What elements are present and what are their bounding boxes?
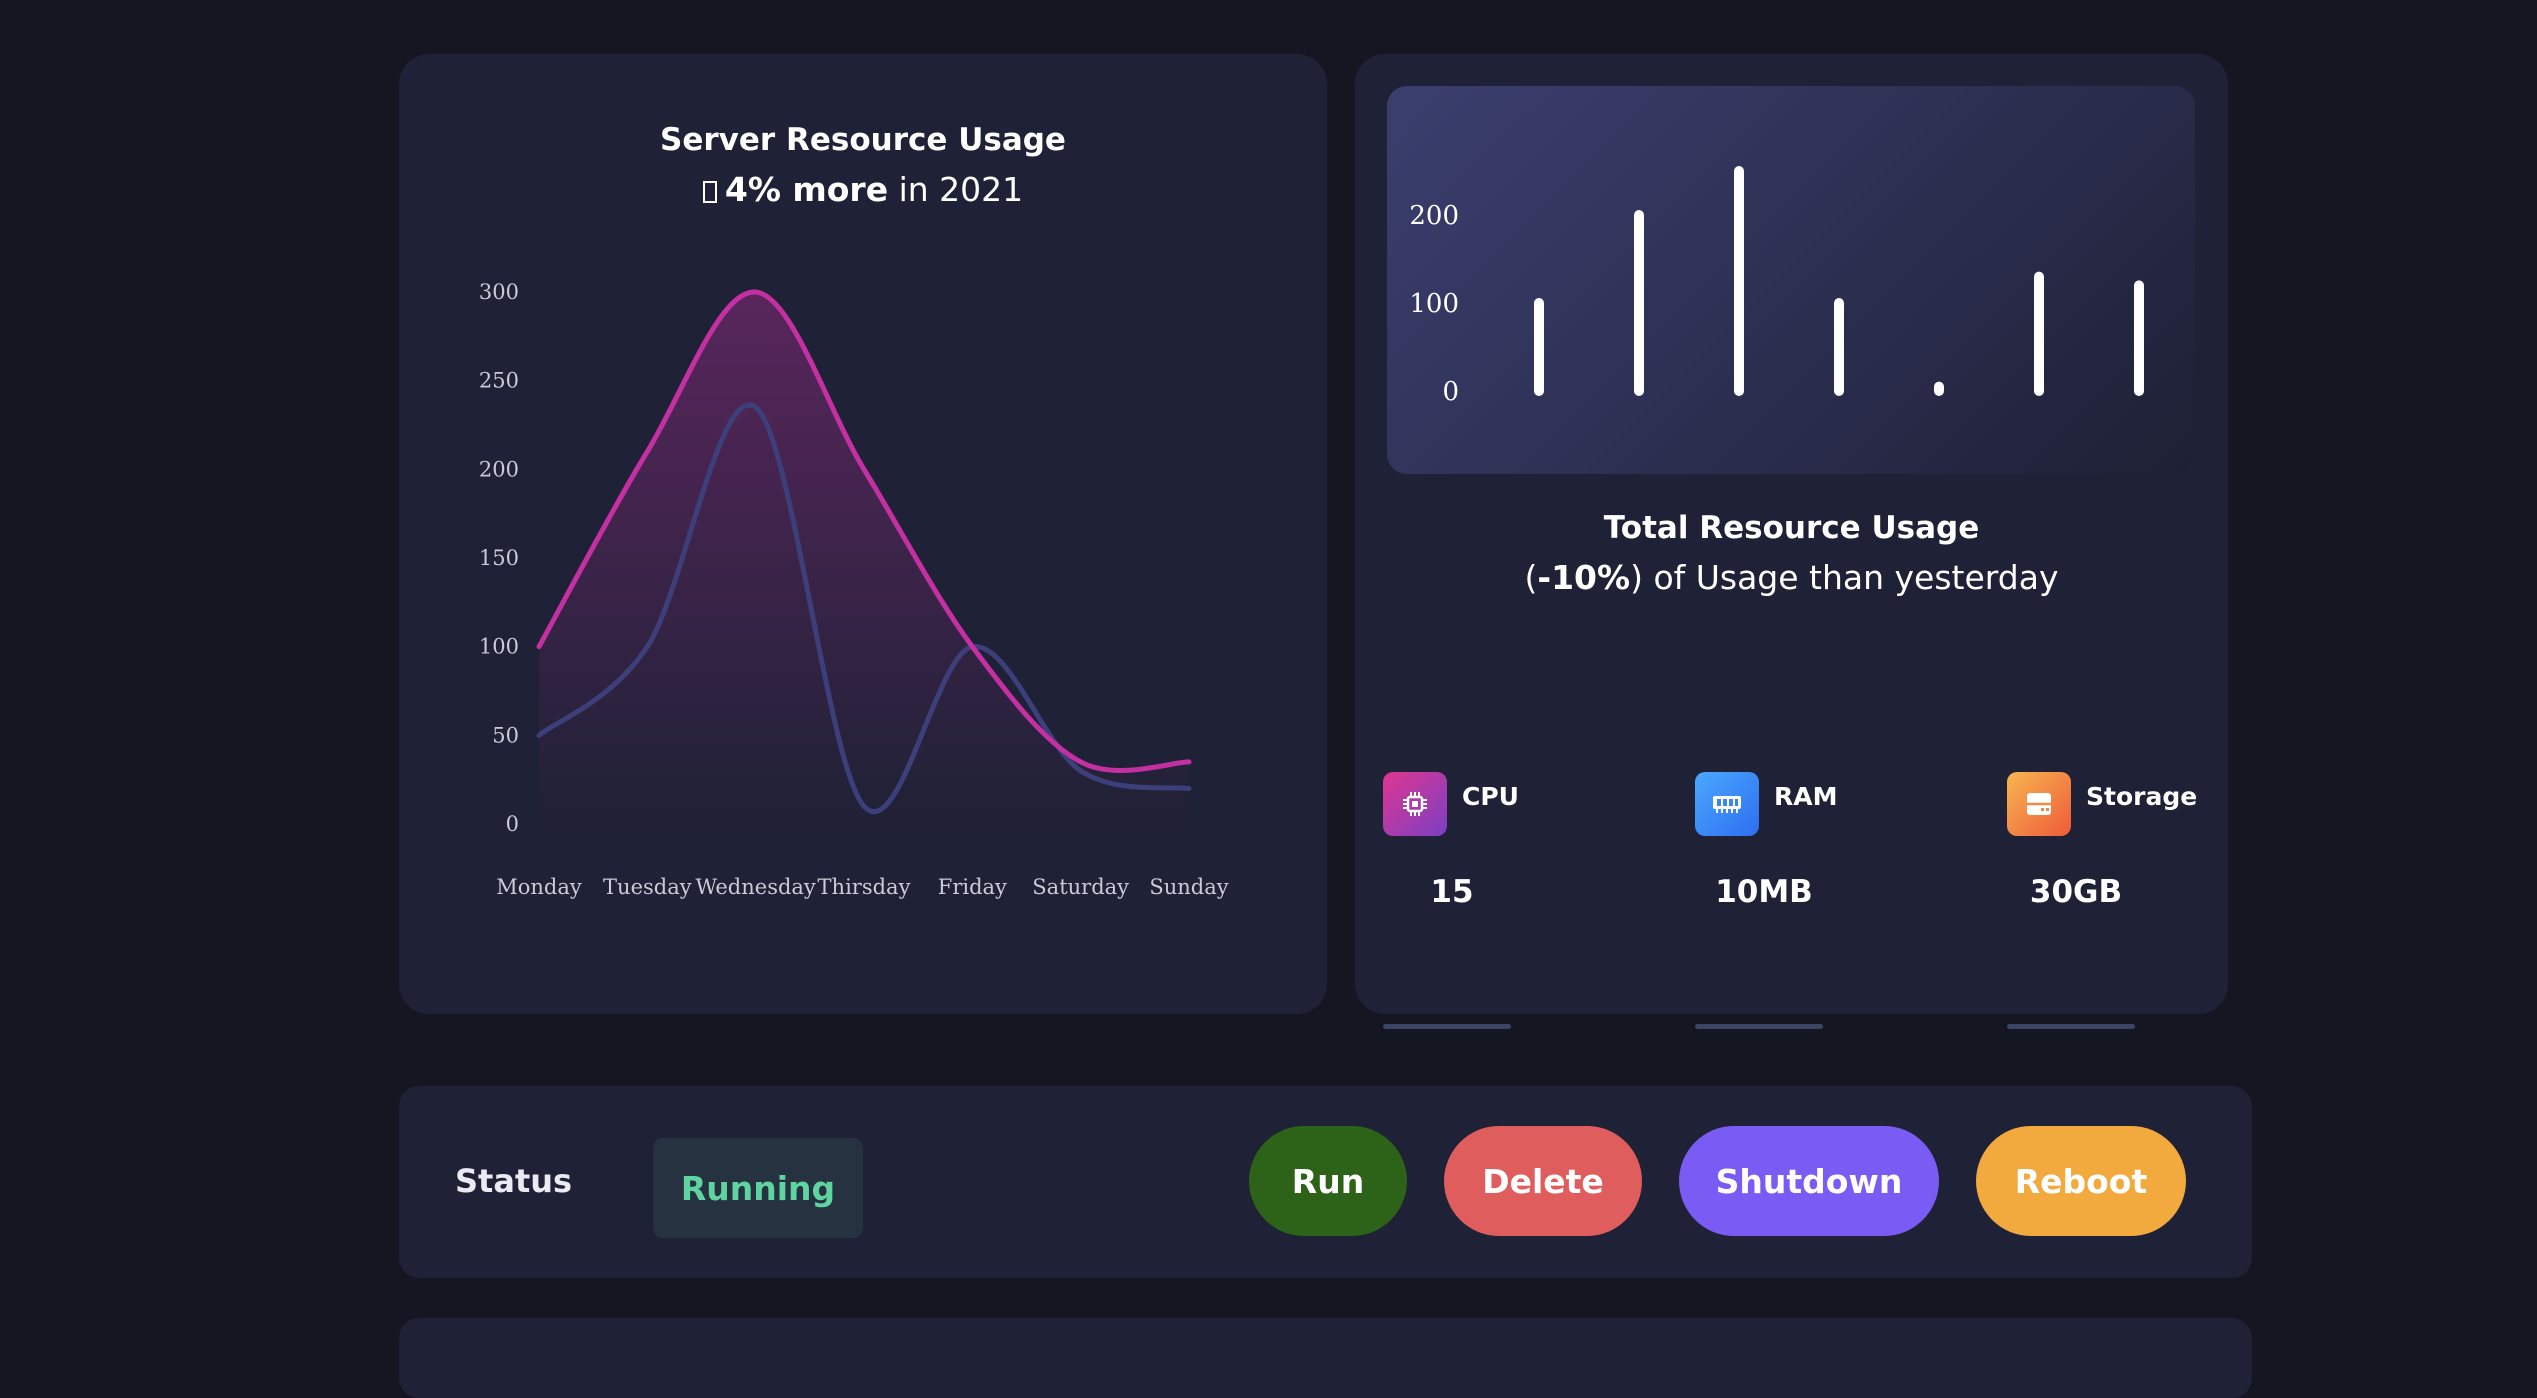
memory-module-icon — [1695, 772, 1759, 836]
delete-button[interactable]: Delete — [1444, 1126, 1642, 1236]
subtitle-open: ( — [1524, 558, 1538, 597]
stat-progress-bar — [1383, 1024, 1511, 1029]
series-area — [539, 291, 1189, 824]
total-usage-card: 0 100 200 Total Resource Usage (-10%) of U… — [1355, 54, 2228, 1029]
status-label: Status — [455, 1162, 573, 1200]
stat-progress-bar — [2007, 1024, 2135, 1029]
x-tick-label: Sunday — [1149, 875, 1228, 899]
y-tick-label: 200 — [479, 457, 519, 481]
y-tick-label: 100 — [479, 635, 519, 659]
reboot-button[interactable]: Reboot — [1976, 1126, 2186, 1236]
stat-progress-bar — [1695, 1024, 1823, 1029]
bar-chart: 0 100 200 — [1409, 166, 2144, 407]
y-tick-label: 0 — [506, 812, 519, 836]
shutdown-button[interactable]: Shutdown — [1679, 1126, 1939, 1236]
stat-value: 10MB — [1715, 874, 1813, 910]
stat-label: Storage — [2086, 782, 2198, 811]
x-tick-label: Thirsday — [818, 875, 911, 899]
run-button[interactable]: Run — [1249, 1126, 1407, 1236]
total-usage-title: Total Resource Usage — [1603, 510, 1980, 546]
stat-value: 15 — [1430, 874, 1474, 910]
stat-ram: RAM 10MB — [1695, 772, 1895, 1032]
x-tick-label: Tuesday — [603, 875, 692, 899]
status-bar: Status Running Run Delete Shutdown Reboo… — [399, 1086, 2252, 1278]
stat-cpu: CPU 15 — [1383, 772, 1583, 1032]
y-tick-label: 150 — [479, 546, 519, 570]
y-tick-label: 100 — [1409, 289, 1459, 319]
stat-storage: Storage 30GB — [2007, 772, 2207, 1032]
stat-label: CPU — [1462, 782, 1519, 811]
y-tick-label: 0 — [1442, 377, 1459, 407]
x-tick-label: Friday — [938, 875, 1007, 899]
line-chart: 0 50 100 150 200 250 300 Monday Tuesday Wednesday… — [479, 280, 1229, 899]
cpu-chip-icon — [1383, 772, 1447, 836]
status-badge: Running — [653, 1138, 863, 1238]
total-usage-subtitle: (-10%) of Usage than yesterday — [1355, 558, 2228, 597]
y-tick-label: 300 — [479, 280, 519, 304]
bar-chart-panel: 0 100 200 — [1387, 86, 2195, 474]
x-tick-label: Wednesday — [696, 875, 816, 899]
y-tick-label: 50 — [492, 723, 519, 747]
y-tick-label: 200 — [1409, 201, 1459, 231]
stat-value: 30GB — [2029, 874, 2123, 910]
stat-label: RAM — [1774, 782, 1838, 811]
y-tick-label: 250 — [479, 369, 519, 393]
subtitle-rest: ) of Usage than yesterday — [1630, 558, 2059, 597]
server-usage-card: Server Resource Usage 4% more in 2021 05… — [399, 54, 1327, 1014]
x-tick-label: Monday — [496, 875, 582, 899]
x-tick-label: Saturday — [1032, 875, 1129, 899]
storage-drive-icon — [2007, 772, 2071, 836]
subtitle-highlight: -10% — [1537, 558, 1631, 597]
bottom-panel — [399, 1318, 2252, 1398]
